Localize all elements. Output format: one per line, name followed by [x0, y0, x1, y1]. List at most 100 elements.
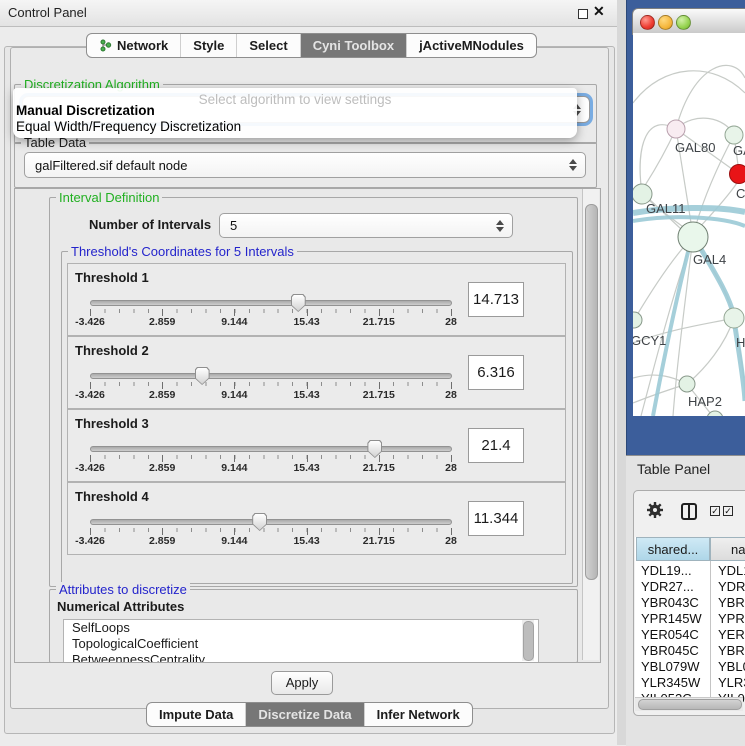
apply-button[interactable]: Apply: [271, 671, 333, 695]
tab-infer-network-label: Infer Network: [377, 703, 460, 726]
threshold-4-slider-track[interactable]: [90, 519, 452, 525]
combo-arrows-icon: [569, 159, 577, 171]
tick-label: 15.43: [293, 316, 319, 328]
number-of-intervals-combobox[interactable]: 5: [219, 213, 513, 238]
network-icon: [99, 39, 112, 52]
tick-label: 15.43: [293, 462, 319, 474]
node-h-clipped[interactable]: [724, 308, 744, 328]
threshold-3-panel: Threshold 3 -3.4262.8599.14415.4321.7152…: [67, 409, 566, 482]
node-label-gal-clipped: GA: [733, 143, 745, 158]
table-row[interactable]: YBL079WYBL079W: [636, 658, 745, 674]
node-label-h-clipped: H: [736, 335, 745, 350]
threshold-2-slider-track[interactable]: [90, 373, 452, 379]
table-row[interactable]: YPR145WYPR145W: [636, 610, 745, 626]
settings-scrollbar-thumb[interactable]: [585, 204, 598, 580]
threshold-4-label: Threshold 4: [75, 489, 149, 504]
tick-label: 21.715: [363, 389, 395, 401]
node-gal-clipped[interactable]: [725, 126, 743, 144]
threshold-3-slider-track[interactable]: [90, 446, 452, 452]
tab-impute-data[interactable]: Impute Data: [147, 703, 245, 726]
tab-style[interactable]: Style: [180, 34, 236, 57]
table-row[interactable]: YDL19...YDL19...: [636, 562, 745, 578]
tab-network-label: Network: [117, 34, 168, 57]
tab-discretize-data[interactable]: Discretize Data: [245, 703, 363, 726]
tab-jactivemnodules-label: jActiveMNodules: [419, 34, 524, 57]
mac-minimize-light[interactable]: [658, 15, 673, 30]
settings-scroll-viewport: Interval Definition Number of Intervals …: [14, 188, 601, 663]
column-header-name[interactable]: name: [710, 537, 745, 561]
float-window-icon[interactable]: [578, 9, 588, 19]
attributes-scrollbar-thumb[interactable]: [523, 621, 534, 661]
threshold-1-slider-track[interactable]: [90, 300, 452, 306]
attribute-item[interactable]: TopologicalCoefficient: [64, 636, 538, 652]
table-data-combobox[interactable]: galFiltered.sif default node: [24, 152, 586, 178]
tick-label: 21.715: [363, 535, 395, 547]
tick-label: 9.144: [221, 316, 247, 328]
tab-network[interactable]: Network: [87, 34, 180, 57]
tab-infer-network[interactable]: Infer Network: [364, 703, 472, 726]
mac-close-light[interactable]: [640, 15, 655, 30]
tick-label: 9.144: [221, 535, 247, 547]
tab-jactivemnodules[interactable]: jActiveMNodules: [406, 34, 536, 57]
screen: { "window": { "title": "Control Panel" }…: [0, 0, 745, 745]
threshold-2-panel: Threshold 2 -3.4262.8599.14415.4321.7152…: [67, 336, 566, 409]
node-label-gal80: GAL80: [675, 140, 715, 155]
tick-labels: -3.4262.8599.14415.4321.71528: [90, 462, 451, 474]
numerical-attributes-label: Numerical Attributes: [57, 599, 184, 614]
numerical-attributes-list[interactable]: SelfLoopsTopologicalCoefficientBetweenne…: [63, 619, 539, 663]
table-panel-title: Table Panel: [637, 461, 710, 477]
node-hap2[interactable]: [679, 376, 695, 392]
tick-label: 28: [445, 389, 457, 401]
column-header-name-label: name: [731, 542, 745, 557]
node-red-selected[interactable]: [730, 165, 745, 184]
attributes-list-scrollbar[interactable]: [522, 620, 534, 661]
mac-zoom-light[interactable]: [676, 15, 691, 30]
node-label-gal11: GAL11: [646, 201, 686, 216]
node-gcy1[interactable]: [633, 312, 642, 328]
network-graph: GAL80 GA C GAL11 GAL4 GCY1 H HAP2: [633, 33, 745, 416]
network-window-titlebar[interactable]: [632, 8, 745, 35]
node-label-gal4: GAL4: [693, 252, 726, 267]
tab-impute-data-label: Impute Data: [159, 703, 233, 726]
table-row[interactable]: YBR045CYBR045C: [636, 642, 745, 658]
threshold-3-value-field[interactable]: 21.4: [468, 428, 524, 463]
table-row[interactable]: YDR27...YDR27...: [636, 578, 745, 594]
popup-option-manual-discretization[interactable]: Manual Discretization: [16, 103, 155, 118]
close-icon[interactable]: ✕: [593, 3, 605, 20]
control-panel-tabs: Network Style Select Cyni Toolbox jActiv…: [86, 33, 537, 58]
tick-label: 9.144: [221, 462, 247, 474]
threshold-2-value-field[interactable]: 6.316: [468, 355, 524, 390]
column-header-shared-name[interactable]: shared...: [636, 537, 710, 561]
tick-labels: -3.4262.8599.14415.4321.71528: [90, 535, 451, 547]
algorithm-dropdown-popup: Select algorithm to view settings Manual…: [13, 88, 577, 138]
attribute-item[interactable]: BetweennessCentrality: [64, 652, 538, 663]
tick-label: -3.426: [75, 316, 105, 328]
control-panel-titlebar: [0, 0, 618, 27]
network-view-canvas[interactable]: GAL80 GA C GAL11 GAL4 GCY1 H HAP2: [633, 33, 745, 416]
table-row[interactable]: YER054CYER054C: [636, 626, 745, 642]
table-scrollbar-thumb[interactable]: [638, 699, 742, 710]
tab-select[interactable]: Select: [236, 34, 299, 57]
panel-divider[interactable]: [617, 0, 626, 745]
threshold-1-value-field[interactable]: 14.713: [468, 282, 524, 317]
tick-label: 28: [445, 316, 457, 328]
tick-labels: -3.4262.8599.14415.4321.71528: [90, 316, 451, 328]
thresholds-group-label: Threshold's Coordinates for 5 Intervals: [68, 244, 297, 259]
popup-option-equal-width-frequency[interactable]: Equal Width/Frequency Discretization: [16, 119, 241, 134]
threshold-4-value-field[interactable]: 11.344: [468, 501, 524, 536]
tab-cyni-toolbox[interactable]: Cyni Toolbox: [300, 34, 406, 57]
node-gal4[interactable]: [678, 222, 708, 252]
threshold-4-panel: Threshold 4 -3.4262.8599.14415.4321.7152…: [67, 482, 566, 555]
combo-arrows-icon: [496, 220, 504, 232]
checkbox-icon[interactable]: ✓: [723, 506, 733, 516]
columns-icon[interactable]: [681, 503, 697, 520]
tick-label: 2.859: [149, 535, 175, 547]
gear-icon[interactable]: [646, 501, 664, 519]
table-row[interactable]: YBR043CYBR043C: [636, 594, 745, 610]
table-row[interactable]: YLR345WYLR345W: [636, 674, 745, 690]
number-of-intervals-value: 5: [230, 218, 237, 233]
node-gal80[interactable]: [667, 120, 685, 138]
attribute-item[interactable]: SelfLoops: [64, 620, 538, 636]
checkbox-icon[interactable]: ✓: [710, 506, 720, 516]
tick-label: 28: [445, 462, 457, 474]
